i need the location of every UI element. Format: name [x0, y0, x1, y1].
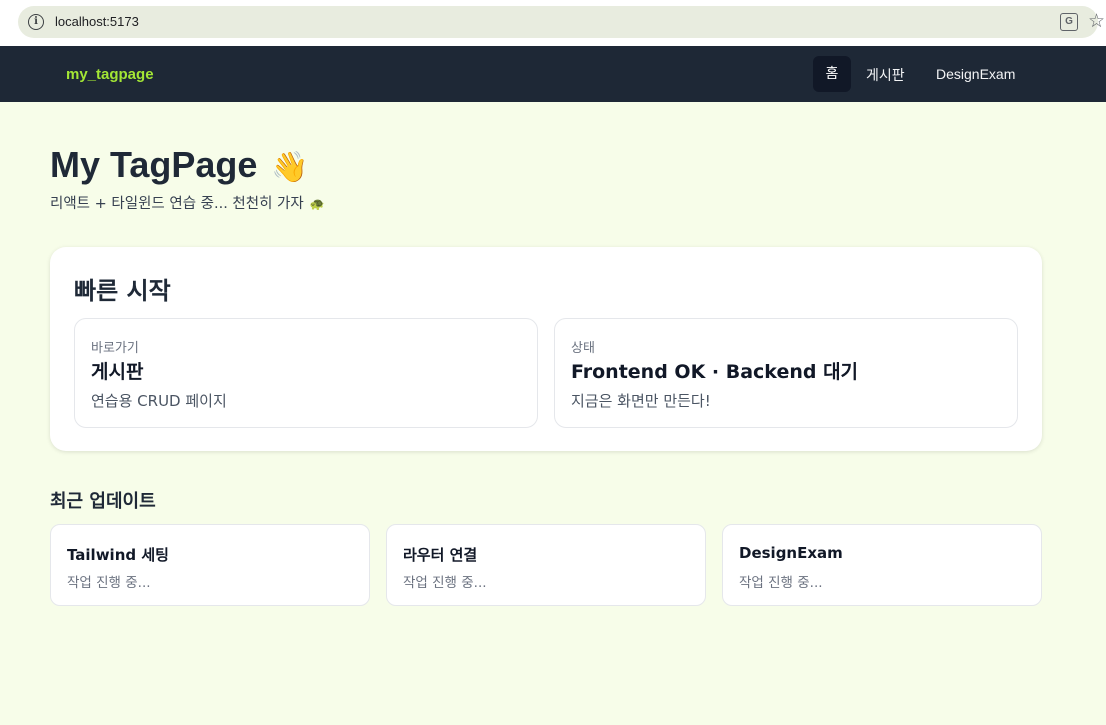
update-card-tailwind[interactable]: Tailwind 세팅 작업 진행 중...	[50, 524, 370, 606]
update-title: 라우터 연결	[403, 546, 478, 564]
recent-updates-heading: 최근 업데이트	[50, 491, 156, 512]
shortcut-title: 게시판	[91, 361, 144, 383]
shortcut-kicker: 바로가기	[91, 341, 139, 356]
nav-item-board[interactable]: 게시판	[866, 65, 905, 85]
status-kicker: 상태	[571, 341, 595, 356]
page-title: My TagPage 👋	[50, 144, 309, 186]
status-card: 상태 Frontend OK · Backend 대기 지금은 화면만 만든다!	[554, 318, 1018, 428]
waving-hand-icon: 👋	[271, 151, 309, 184]
page-title-text: My TagPage	[50, 144, 258, 185]
bookmark-star-icon[interactable]: ☆	[1088, 10, 1105, 32]
update-status: 작업 진행 중...	[739, 575, 823, 591]
update-card-designexam[interactable]: DesignExam 작업 진행 중...	[722, 524, 1042, 606]
browser-toolbar: i localhost:5173 G ☆	[0, 0, 1106, 46]
status-title: Frontend OK · Backend 대기	[571, 361, 859, 383]
update-title: DesignExam	[739, 544, 843, 562]
page-subtitle-text: 리액트 + 타일윈드 연습 중... 천천히 가자	[50, 196, 304, 212]
nav-item-designexam[interactable]: DesignExam	[936, 66, 1015, 82]
update-title: Tailwind 세팅	[67, 546, 169, 564]
update-card-router[interactable]: 라우터 연결 작업 진행 중...	[386, 524, 706, 606]
address-bar[interactable]: i localhost:5173 G ☆	[18, 6, 1105, 38]
quick-start-title: 빠른 시작	[74, 277, 171, 305]
shortcut-board-card[interactable]: 바로가기 게시판 연습용 CRUD 페이지	[74, 318, 538, 428]
status-desc: 지금은 화면만 만든다!	[571, 392, 711, 410]
nav-item-home[interactable]: 홈	[813, 56, 851, 92]
top-navbar: my_tagpage 홈 게시판 DesignExam	[0, 46, 1106, 102]
url-text[interactable]: localhost:5173	[55, 14, 139, 29]
shortcut-desc: 연습용 CRUD 페이지	[91, 392, 227, 410]
update-status: 작업 진행 중...	[67, 575, 151, 591]
update-status: 작업 진행 중...	[403, 575, 487, 591]
site-info-icon[interactable]: i	[28, 14, 44, 30]
translate-icon[interactable]: G	[1060, 13, 1078, 31]
quick-start-card: 빠른 시작 바로가기 게시판 연습용 CRUD 페이지 상태 Frontend …	[50, 247, 1042, 451]
page-subtitle: 리액트 + 타일윈드 연습 중... 천천히 가자 🐢	[50, 192, 325, 213]
turtle-icon: 🐢	[309, 197, 325, 211]
brand-link[interactable]: my_tagpage	[66, 66, 154, 83]
